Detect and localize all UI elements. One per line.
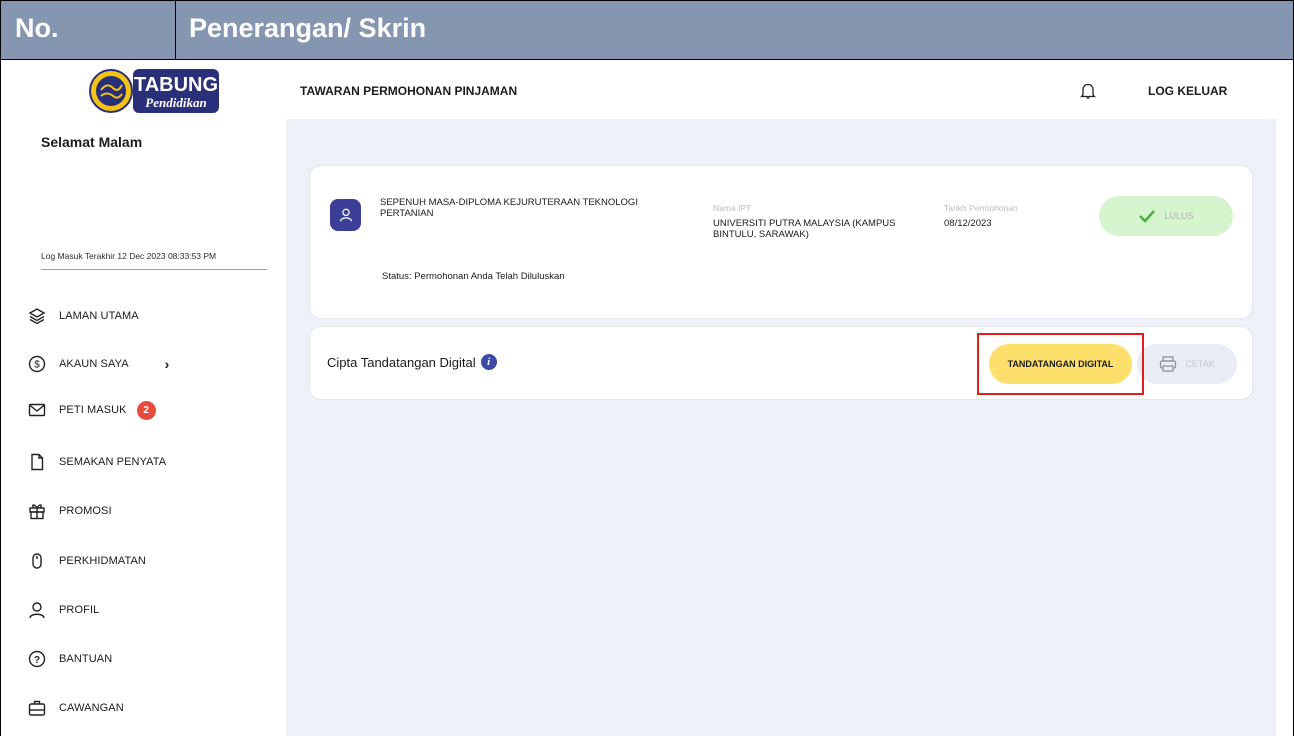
divider <box>41 269 267 270</box>
sidebar-item-label: BANTUAN <box>59 653 113 665</box>
chevron-right-icon[interactable]: › <box>165 356 170 372</box>
mouse-icon <box>27 551 47 571</box>
sidebar-item-label: CAWANGAN <box>59 702 124 714</box>
dollar-icon: $ <box>27 354 47 374</box>
last-login-text: Log Masuk Terakhir 12 Dec 2023 08:33:53 … <box>41 251 217 261</box>
column-description-label: Penerangan/ Skrin <box>189 13 427 43</box>
document-icon <box>27 452 47 472</box>
page-title: TAWARAN PERMOHONAN PINJAMAN <box>300 84 518 98</box>
application-status-text: Status: Permohonan Anda Telah Diluluskan <box>382 271 565 282</box>
user-icon <box>27 600 47 620</box>
sidebar-item-label: PETI MASUK <box>59 404 127 416</box>
sidebar-item-laman-utama[interactable]: LAMAN UTAMA <box>27 301 139 331</box>
digital-signature-button[interactable]: TANDATANGAN DIGITAL <box>989 344 1132 384</box>
sidebar: TABUNG Pendidikan Selamat Malam Log Masu… <box>1 60 286 736</box>
status-badge: LULUS <box>1099 196 1233 236</box>
svg-text:Pendidikan: Pendidikan <box>145 95 206 110</box>
bell-icon[interactable] <box>1080 82 1096 100</box>
column-no-label: No. <box>15 13 59 43</box>
sidebar-item-label: SEMAKAN PENYATA <box>59 456 167 468</box>
sidebar-item-label: PROMOSI <box>59 505 112 517</box>
course-name: SEPENUH MASA-DIPLOMA KEJURUTERAAN TEKNOL… <box>380 197 638 219</box>
print-button[interactable]: CETAK <box>1137 344 1237 384</box>
svg-text:?: ? <box>34 655 40 666</box>
sidebar-item-bantuan[interactable]: ? BANTUAN <box>27 644 112 674</box>
application-date-label: Tarikh Permohonan <box>944 203 1018 213</box>
sidebar-item-label: AKAUN SAYA <box>59 358 129 370</box>
application-card <box>309 165 1253 319</box>
digital-signature-label: Cipta Tandatangan Digital <box>327 354 476 370</box>
application-date-value: 08/12/2023 <box>944 218 992 229</box>
sidebar-item-akaun-saya[interactable]: $ AKAUN SAYA › <box>27 349 169 379</box>
status-badge-label: LULUS <box>1164 211 1194 221</box>
help-icon: ? <box>27 649 47 669</box>
sidebar-item-perkhidmatan[interactable]: PERKHIDMATAN <box>27 546 146 576</box>
gift-icon <box>27 501 47 521</box>
check-icon <box>1139 210 1156 223</box>
unread-count-badge: 2 <box>136 400 156 420</box>
briefcase-icon <box>27 698 47 718</box>
sidebar-item-label: LAMAN UTAMA <box>59 310 139 322</box>
info-icon[interactable]: i <box>480 354 497 370</box>
sidebar-item-peti-masuk[interactable]: PETI MASUK 2 <box>27 395 156 425</box>
sidebar-item-label: PERKHIDMATAN <box>59 555 146 567</box>
printer-icon <box>1160 356 1177 372</box>
digital-signature-section: Cipta Tandatangan Digital i <box>327 354 497 370</box>
svg-text:TABUNG: TABUNG <box>134 74 218 96</box>
logout-link[interactable]: LOG KELUAR <box>1148 84 1227 98</box>
sidebar-item-promosi[interactable]: PROMOSI <box>27 496 112 526</box>
document-table-header: No. Penerangan/ Skrin <box>0 0 1294 60</box>
sidebar-item-label: PROFIL <box>59 604 100 616</box>
greeting: Selamat Malam <box>41 134 143 150</box>
tabung-pendidikan-logo[interactable]: TABUNG Pendidikan <box>89 66 221 116</box>
ipt-label: Nama IPT <box>713 203 752 213</box>
mail-icon <box>27 400 47 420</box>
sidebar-item-semakan-penyata[interactable]: SEMAKAN PENYATA <box>27 447 166 477</box>
sidebar-item-cawangan[interactable]: CAWANGAN <box>27 693 124 723</box>
svg-text:$: $ <box>34 360 40 371</box>
user-icon <box>330 199 361 231</box>
layers-icon <box>27 306 47 326</box>
ipt-value: UNIVERSITI PUTRA MALAYSIA (KAMPUS BINTUL… <box>713 218 896 240</box>
print-button-label: CETAK <box>1185 359 1215 369</box>
sidebar-item-profil[interactable]: PROFIL <box>27 595 99 625</box>
